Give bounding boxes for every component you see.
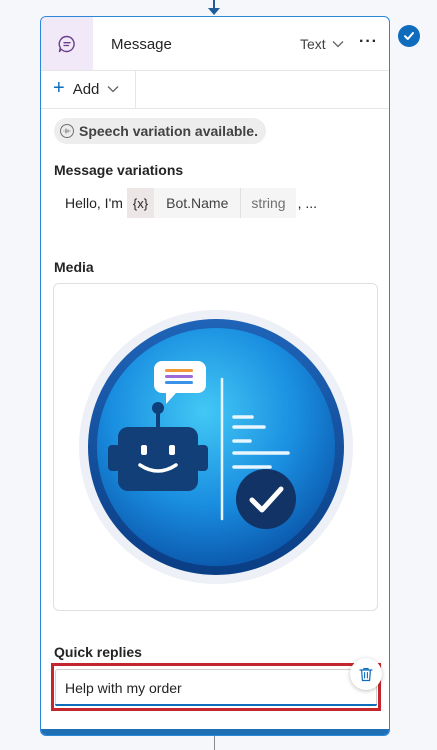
variable-type-chip: string	[241, 188, 296, 218]
media-label: Media	[54, 259, 94, 275]
checkmark-circle-icon	[398, 25, 420, 47]
add-button[interactable]: + Add	[41, 70, 136, 108]
node-toolbar: + Add	[41, 70, 389, 109]
node-header: Message Text ···	[41, 17, 389, 71]
flow-connector-out	[214, 736, 215, 750]
variation-prefix: Hello, I'm	[65, 195, 123, 211]
message-variation-text[interactable]: Hello, I'm {x} Bot.Name string , ...	[65, 188, 317, 218]
trash-icon	[359, 667, 373, 681]
flow-arrow-icon	[208, 8, 220, 15]
quick-replies-label: Quick replies	[54, 644, 142, 660]
message-type-dropdown[interactable]: Text	[300, 36, 344, 52]
variable-name-chip[interactable]: Bot.Name	[154, 188, 242, 218]
variation-suffix: , ...	[297, 195, 318, 211]
speech-variation-text: Speech variation available.	[79, 123, 258, 139]
audio-wave-icon	[60, 124, 74, 138]
variable-icon: {x}	[126, 188, 155, 218]
message-node-card[interactable]: Message Text ··· + Add Speech variation …	[40, 16, 390, 736]
message-type-value: Text	[300, 36, 326, 52]
media-image-container[interactable]	[53, 283, 378, 611]
bot-message-illustration	[78, 310, 353, 584]
chevron-down-icon	[107, 86, 119, 93]
message-variations-label: Message variations	[54, 162, 184, 178]
card-bottom-border	[41, 729, 389, 735]
delete-quick-reply-button[interactable]	[350, 658, 382, 690]
chat-bubble-icon	[41, 17, 93, 70]
speech-variation-badge[interactable]: Speech variation available.	[54, 118, 266, 144]
more-options-button[interactable]: ···	[359, 33, 378, 51]
add-label: Add	[72, 80, 100, 98]
chevron-down-icon	[332, 41, 344, 48]
quick-reply-input[interactable]: Help with my order	[55, 669, 377, 706]
node-title: Message	[111, 36, 172, 53]
plus-icon: +	[53, 77, 65, 99]
